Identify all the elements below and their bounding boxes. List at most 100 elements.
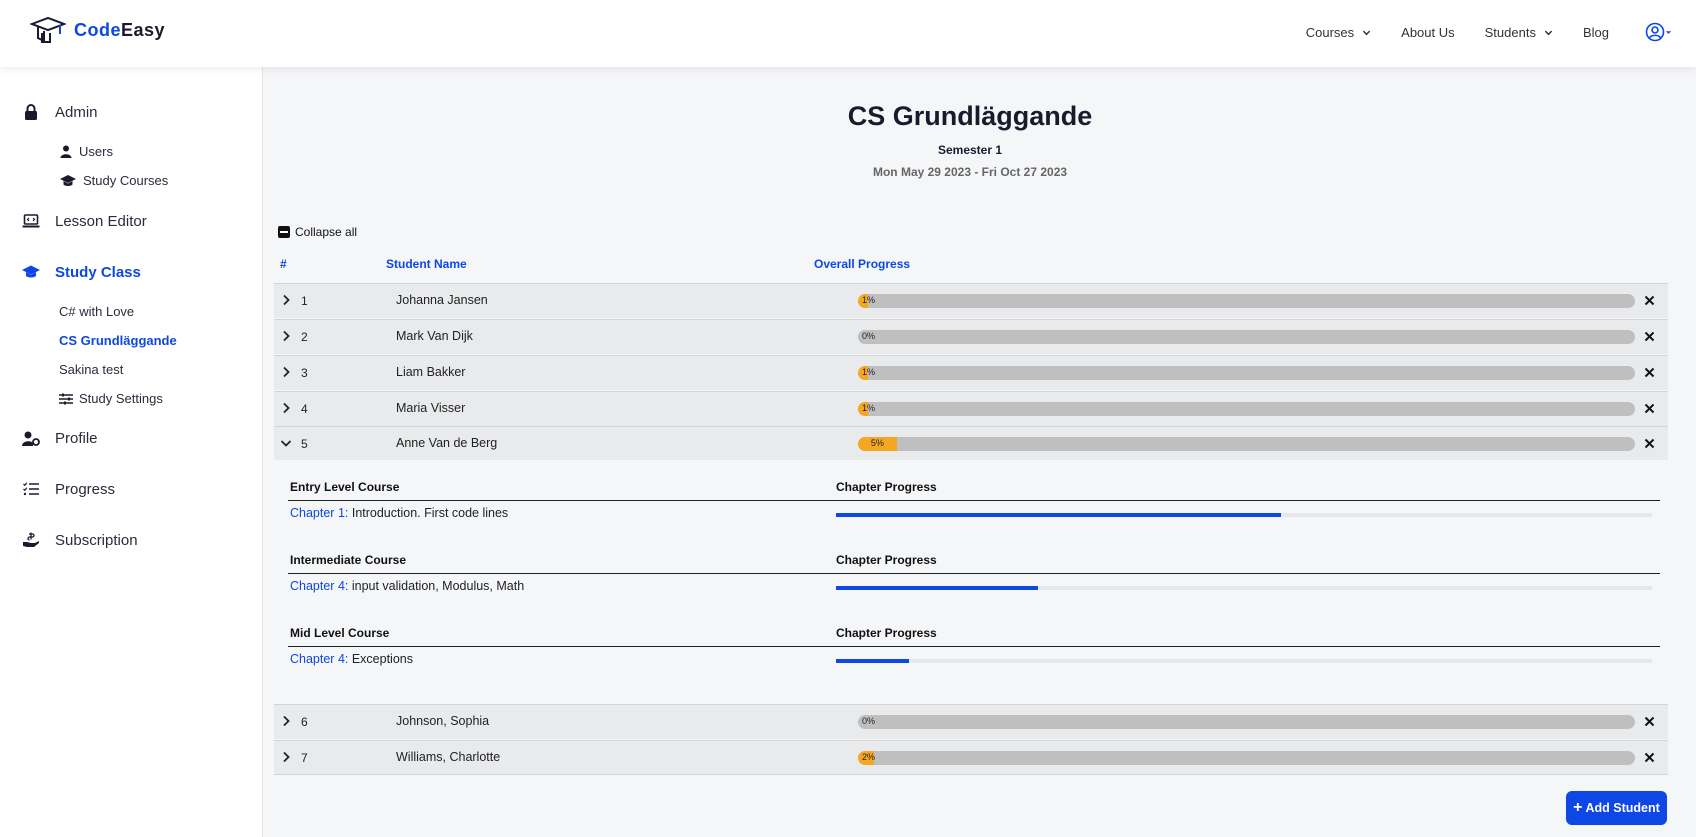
table-row[interactable]: 6 Johnson, Sophia 0% (274, 704, 1668, 739)
list-check-icon (22, 480, 40, 498)
course-name: Intermediate Course (290, 553, 407, 567)
overall-progress-bar: 0% (858, 330, 1635, 344)
chapter-progress-bar (836, 586, 1652, 590)
sidebar-item-subscription[interactable]: Subscription (22, 531, 138, 549)
chapter-link[interactable]: Chapter 1: (290, 506, 348, 520)
remove-student-icon[interactable] (1644, 438, 1655, 449)
table-row[interactable]: 3 Liam Bakker 1% (274, 355, 1668, 390)
row-number: 2 (301, 330, 308, 344)
overall-progress-bar: 0% (858, 715, 1635, 729)
student-name: Williams, Charlotte (396, 750, 501, 764)
column-header-student-name[interactable]: Student Name (386, 257, 467, 271)
nav-courses[interactable]: Courses (1306, 25, 1371, 40)
chapter-progress-fill (836, 659, 910, 663)
remove-student-icon[interactable] (1644, 295, 1655, 306)
chapter-link[interactable]: Chapter 4: (290, 652, 348, 666)
sidebar-item-progress[interactable]: Progress (22, 480, 115, 498)
chevron-right-icon[interactable] (280, 751, 292, 763)
chapter-entry: Chapter 4: Exceptions (290, 652, 413, 666)
sidebar: Admin Users Study Courses Lesson Editor … (0, 67, 263, 837)
add-student-button[interactable]: + Add Student (1566, 791, 1667, 825)
sidebar-item-class-csharp-with-love[interactable]: C# with Love (59, 304, 134, 319)
chapter-entry: Chapter 1: Introduction. First code line… (290, 506, 508, 520)
table-row[interactable]: 2 Mark Van Dijk 0% (274, 319, 1668, 354)
sliders-icon (59, 392, 73, 406)
chevron-down-icon (1544, 30, 1553, 35)
sidebar-item-study-settings[interactable]: Study Settings (59, 391, 163, 406)
row-number: 6 (301, 715, 308, 729)
overall-progress-bar: 5% (858, 437, 1635, 451)
remove-student-icon[interactable] (1644, 367, 1655, 378)
sidebar-item-study-class-label: Study Class (55, 263, 141, 281)
column-header-overall-progress[interactable]: Overall Progress (814, 257, 910, 271)
nav-students[interactable]: Students (1485, 25, 1553, 40)
graduation-cap-logo-icon (30, 16, 66, 43)
add-student-label: Add Student (1585, 801, 1660, 815)
sidebar-item-users[interactable]: Users (59, 144, 113, 159)
chapter-link[interactable]: Chapter 4: (290, 579, 348, 593)
remove-student-icon[interactable] (1644, 331, 1655, 342)
hand-holding-dollar-icon (22, 531, 40, 549)
sidebar-item-lesson-editor[interactable]: Lesson Editor (22, 212, 147, 230)
chevron-right-icon[interactable] (280, 330, 292, 342)
chapter-title: input validation, Modulus, Math (348, 579, 525, 593)
overall-progress-bar: 1% (858, 294, 1635, 308)
progress-label: 2% (862, 752, 876, 762)
class-link-label: C# with Love (59, 304, 135, 319)
chapter-entry: Chapter 4: input validation, Modulus, Ma… (290, 579, 524, 593)
page-title: CS Grundläggande (847, 101, 1093, 131)
divider (288, 646, 1660, 647)
chapter-progress-header: Chapter Progress (836, 480, 937, 494)
sidebar-item-class-cs-grundlaggande[interactable]: CS Grundläggande (59, 333, 177, 348)
table-row-expanded[interactable]: 5 Anne Van de Berg 5% (274, 426, 1668, 461)
table-row[interactable]: 4 Maria Visser 1% (274, 391, 1668, 426)
collapse-all-button[interactable]: Collapse all (278, 225, 357, 239)
progress-label: 0% (862, 716, 876, 726)
user-menu-button[interactable] (1645, 22, 1672, 42)
main-content: CS Grundläggande Semester 1 Mon May 29 2… (264, 67, 1696, 837)
row-number: 7 (301, 751, 308, 765)
lock-icon (22, 103, 40, 121)
chevron-down-icon[interactable] (280, 437, 292, 449)
sidebar-item-profile[interactable]: Profile (22, 429, 98, 447)
row-number: 3 (301, 366, 308, 380)
sidebar-item-study-courses[interactable]: Study Courses (59, 173, 168, 188)
remove-student-icon[interactable] (1644, 716, 1655, 727)
course-name: Mid Level Course (290, 626, 390, 640)
chapter-title: Introduction. First code lines (348, 506, 509, 520)
chapter-title: Exceptions (348, 652, 413, 666)
nav-about-us[interactable]: About Us (1401, 25, 1454, 40)
class-link-label: Sakina test (59, 362, 124, 377)
plus-icon: + (1573, 799, 1583, 816)
chevron-right-icon[interactable] (280, 715, 292, 727)
chapter-progress-fill (836, 513, 1281, 517)
user-circle-icon (1645, 22, 1665, 42)
sidebar-item-lesson-editor-label: Lesson Editor (55, 212, 147, 230)
remove-student-icon[interactable] (1644, 752, 1655, 763)
sidebar-item-study-courses-label: Study Courses (83, 173, 169, 188)
minus-square-icon (278, 226, 290, 238)
remove-student-icon[interactable] (1644, 403, 1655, 414)
brand-logo[interactable]: CodeEasy (30, 16, 165, 44)
semester-label: Semester 1 (937, 143, 1003, 157)
chevron-right-icon[interactable] (280, 294, 292, 306)
sidebar-item-progress-label: Progress (55, 480, 116, 498)
course-name: Entry Level Course (290, 480, 400, 494)
nav-blog[interactable]: Blog (1583, 25, 1609, 40)
table-row[interactable]: 7 Williams, Charlotte 2% (274, 740, 1668, 775)
progress-label: 1% (862, 367, 876, 377)
table-row[interactable]: 1 Johanna Jansen 1% (274, 283, 1668, 318)
divider (288, 573, 1660, 574)
chevron-right-icon[interactable] (280, 402, 292, 414)
chevron-down-icon (1362, 30, 1371, 35)
chapter-progress-header: Chapter Progress (836, 553, 937, 567)
sidebar-item-class-sakina-test[interactable]: Sakina test (59, 362, 123, 377)
graduation-cap-icon (59, 174, 77, 188)
student-course-details: Entry Level Course Chapter Progress Chap… (274, 460, 1668, 704)
sidebar-item-study-class[interactable]: Study Class (22, 263, 141, 281)
top-navbar: CodeEasy Courses About Us Students Blog (0, 0, 1696, 67)
chevron-right-icon[interactable] (280, 366, 292, 378)
progress-label: 0% (862, 331, 876, 341)
sidebar-item-admin[interactable]: Admin (22, 103, 98, 121)
chapter-progress-bar (836, 659, 1652, 663)
